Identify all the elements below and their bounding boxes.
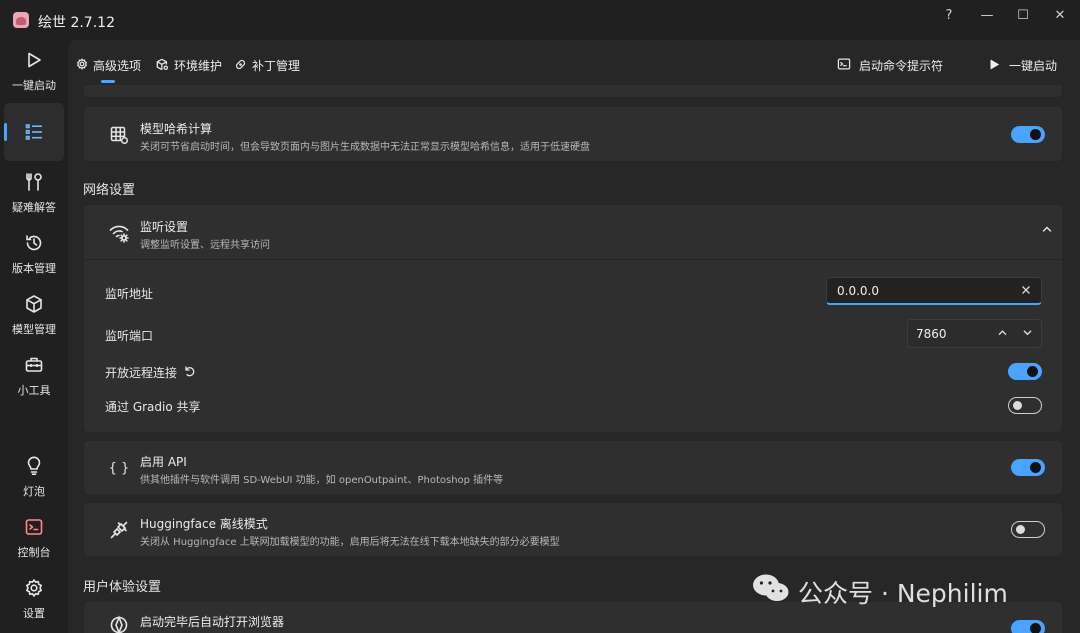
tab-environment[interactable]: 环境维护 [156, 57, 222, 74]
launch-label: 一键启动 [1009, 59, 1058, 73]
chevron-up-icon[interactable] [997, 327, 1008, 341]
wechat-icon [752, 573, 790, 611]
previous-card-edge [83, 84, 1063, 98]
sidebar-item-settings[interactable]: 设置 [4, 570, 64, 628]
restart-icon [183, 365, 195, 380]
sidebar-item-launch[interactable]: 一键启动 [4, 42, 64, 100]
remote-connection-text: 开放远程连接 [105, 366, 178, 380]
sidebar-item-label: 灯泡 [23, 485, 45, 498]
sidebar-item-label: 控制台 [17, 546, 51, 559]
section-title-network: 网络设置 [83, 183, 136, 198]
sidebar-item-label: 设置 [23, 607, 45, 620]
play-icon [988, 58, 1001, 74]
listen-address-value: 0.0.0.0 [837, 283, 879, 298]
lightbulb-icon [23, 455, 45, 477]
card-title: 启用 API [140, 455, 187, 469]
browser-icon [108, 614, 130, 633]
watermark: 公众号 · Nephilim [752, 573, 1008, 611]
tab-advanced-options[interactable]: 高级选项 [76, 57, 141, 74]
close-window-button[interactable]: ✕ [1045, 5, 1075, 25]
card-title: 模型哈希计算 [140, 122, 213, 136]
wifi-settings-icon [108, 222, 130, 244]
sidebar-item-label: 疑难解答 [12, 201, 56, 214]
braces-icon: { } [108, 460, 130, 476]
huggingface-offline-toggle[interactable] [1011, 521, 1045, 538]
sidebar-item-models[interactable]: 模型管理 [4, 286, 64, 344]
section-title-user-experience: 用户体验设置 [83, 580, 162, 595]
listen-address-label: 监听地址 [105, 287, 154, 301]
terminal-icon [837, 57, 851, 74]
console-icon [23, 516, 45, 538]
gradio-share-toggle[interactable] [1008, 397, 1042, 414]
tab-label: 环境维护 [174, 59, 223, 73]
card-title: Huggingface 离线模式 [140, 517, 268, 531]
app-logo [13, 12, 29, 28]
chevron-up-icon[interactable] [1041, 223, 1053, 238]
top-navigation: 高级选项 环境维护 补丁管理 启动命令提示符 一键启动 [68, 40, 1080, 90]
cube-settings-icon [156, 58, 169, 74]
cube-icon [23, 293, 45, 315]
auto-open-browser-toggle[interactable] [1011, 620, 1045, 633]
sidebar-item-label: 小工具 [17, 384, 51, 397]
api-card: { } 启用 API 供其他插件与软件调用 SD-WebUI 功能，如 open… [83, 440, 1063, 495]
table-icon [108, 124, 130, 146]
tab-patches[interactable]: 补丁管理 [234, 57, 300, 74]
listen-port-label: 监听端口 [105, 329, 154, 343]
model-hash-toggle[interactable] [1011, 126, 1045, 143]
card-title: 监听设置 [140, 220, 189, 234]
api-toggle[interactable] [1011, 459, 1045, 476]
help-button[interactable]: ? [934, 5, 964, 25]
toolbox-icon [23, 354, 45, 376]
active-tab-indicator [101, 80, 115, 83]
plug-disconnect-icon [108, 519, 130, 541]
sidebar: 一键启动 疑难解答 版本管理 模型管理 小工具 灯泡 控制台 设置 [0, 42, 68, 633]
gradio-share-label: 通过 Gradio 共享 [105, 400, 201, 414]
tools-icon [23, 171, 45, 193]
sidebar-item-label: 一键启动 [12, 79, 56, 92]
play-icon [23, 49, 45, 71]
listen-address-input[interactable]: 0.0.0.0 [826, 277, 1042, 305]
model-hash-card: 模型哈希计算 关闭可节省启动时间，但会导致页面内与图片生成数据中无法正常显示模型… [83, 106, 1063, 162]
app-title: 绘世 2.7.12 [38, 15, 115, 31]
sidebar-item-tools[interactable]: 小工具 [4, 347, 64, 405]
gear-icon [23, 577, 45, 599]
sidebar-item-advanced[interactable] [4, 103, 64, 161]
one-click-launch-button[interactable]: 一键启动 [988, 57, 1057, 74]
sidebar-item-versions[interactable]: 版本管理 [4, 225, 64, 283]
watermark-text: 公众号 · Nephilim [798, 579, 1008, 608]
remote-connection-label: 开放远程连接 [105, 364, 195, 381]
patch-icon [234, 58, 247, 74]
sidebar-item-troubleshoot[interactable]: 疑难解答 [4, 164, 64, 222]
remote-connection-toggle[interactable] [1008, 363, 1042, 380]
history-icon [23, 232, 45, 254]
sidebar-item-label: 模型管理 [12, 323, 56, 336]
main-panel: 高级选项 环境维护 补丁管理 启动命令提示符 一键启动 模型哈希计算 关闭可节省… [68, 40, 1080, 633]
list-icon [23, 121, 45, 143]
sidebar-item-console[interactable]: 控制台 [4, 509, 64, 567]
chevron-down-icon[interactable] [1022, 327, 1033, 341]
listen-port-stepper[interactable]: 7860 [907, 319, 1042, 348]
title-bar: 绘世 2.7.12 ? — ☐ ✕ [0, 0, 1080, 40]
card-description: 调整监听设置、远程共享访问 [140, 240, 270, 251]
command-prompt-label: 启动命令提示符 [859, 59, 944, 73]
sidebar-item-label: 版本管理 [12, 262, 56, 275]
sidebar-item-bulb[interactable]: 灯泡 [4, 448, 64, 506]
clear-icon[interactable] [1021, 284, 1031, 298]
listen-settings-header[interactable]: 监听设置 调整监听设置、远程共享访问 [84, 205, 1064, 260]
listen-port-value: 7860 [916, 326, 947, 341]
minimize-button[interactable]: — [972, 5, 1002, 25]
huggingface-offline-card: Huggingface 离线模式 关闭从 Huggingface 上联网加载模型… [83, 502, 1063, 557]
card-title: 启动完毕后自动打开浏览器 [140, 615, 285, 629]
open-command-prompt-button[interactable]: 启动命令提示符 [837, 57, 943, 74]
card-description: 关闭从 Huggingface 上联网加载模型的功能，启用后将无法在线下载本地缺… [140, 537, 560, 548]
gear-icon [76, 58, 88, 73]
card-description: 供其他插件与软件调用 SD-WebUI 功能，如 openOutpaint、Ph… [140, 475, 504, 486]
maximize-button[interactable]: ☐ [1008, 5, 1038, 25]
card-description: 关闭可节省启动时间，但会导致页面内与图片生成数据中无法正常显示模型哈希信息，适用… [140, 142, 590, 153]
tab-label: 补丁管理 [252, 59, 301, 73]
tab-label: 高级选项 [93, 59, 142, 73]
